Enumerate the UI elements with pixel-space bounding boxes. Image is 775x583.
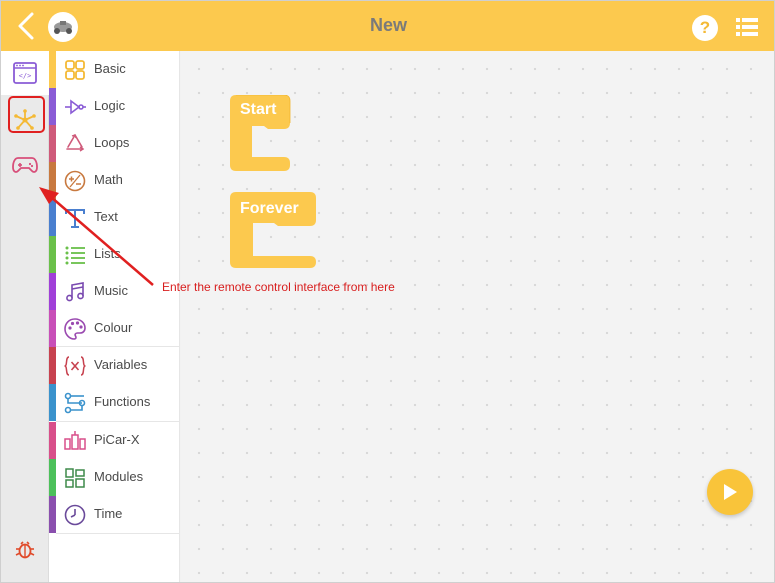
clock-icon — [64, 504, 86, 526]
category-math[interactable]: Math — [49, 162, 180, 199]
chevron-left-icon — [18, 12, 34, 40]
category-color-bar — [49, 347, 56, 384]
rail-item-code[interactable]: </> — [1, 51, 49, 95]
grid-icon — [65, 60, 85, 80]
category-label: Math — [94, 172, 123, 187]
block-label: Start — [240, 101, 277, 118]
list-icon — [65, 246, 85, 265]
category-color-bar — [49, 496, 56, 533]
category-label: PiCar-X — [94, 432, 140, 447]
gamepad-icon — [12, 157, 38, 173]
category-picar-x[interactable]: PiCar-X — [49, 422, 180, 459]
category-modules[interactable]: Modules — [49, 459, 180, 496]
play-icon — [724, 484, 737, 500]
category-loops[interactable]: Loops — [49, 125, 180, 162]
modules-grid-icon — [65, 468, 85, 488]
rail-item-remote-control[interactable] — [1, 143, 49, 187]
category-color-bar — [49, 162, 56, 199]
category-label: Logic — [94, 98, 126, 113]
category-text[interactable]: Text — [49, 199, 180, 236]
category-color-bar — [49, 236, 56, 273]
picar-icon — [64, 431, 86, 450]
run-button[interactable] — [707, 469, 753, 515]
music-note-icon — [66, 282, 84, 302]
page-title: New — [369, 15, 407, 35]
category-lists[interactable]: Lists — [49, 236, 180, 273]
category-label: Functions — [94, 394, 151, 409]
category-palette: Basic Logic Loops Math Text Lists Music … — [49, 51, 180, 582]
category-label: Basic — [94, 61, 126, 76]
category-functions[interactable]: Functions — [49, 384, 180, 421]
category-basic[interactable]: Basic — [49, 51, 180, 88]
category-music[interactable]: Music — [49, 273, 180, 310]
plus-minus-icon — [64, 170, 86, 192]
logic-gate-icon — [65, 99, 86, 115]
annotation-text: Enter the remote control interface from … — [162, 280, 395, 294]
text-t-icon — [65, 209, 85, 228]
category-label: Loops — [94, 135, 130, 150]
category-color-bar — [49, 384, 56, 421]
forever-block[interactable]: Forever — [228, 192, 320, 273]
category-color-bar — [49, 422, 56, 459]
category-color-bar — [49, 51, 56, 88]
category-color-bar — [49, 310, 56, 347]
rail-item-debug[interactable] — [1, 527, 49, 571]
app-logo — [48, 12, 78, 42]
category-color-bar — [49, 273, 56, 310]
category-label: Music — [94, 283, 128, 298]
category-label: Text — [94, 209, 118, 224]
category-label: Variables — [94, 357, 148, 372]
start-block[interactable]: Start — [228, 94, 294, 176]
category-color-bar — [49, 199, 56, 236]
robot-car-icon — [54, 21, 72, 34]
code-window-icon: </> — [13, 62, 37, 84]
function-flow-icon — [64, 392, 86, 414]
category-variables[interactable]: Variables — [49, 347, 180, 384]
menu-button[interactable] — [736, 17, 758, 37]
category-label: Colour — [94, 320, 133, 335]
variable-x-icon — [64, 356, 86, 376]
category-time[interactable]: Time — [49, 496, 180, 533]
bug-icon — [15, 541, 35, 559]
category-label: Modules — [94, 469, 144, 484]
block-label: Forever — [240, 200, 299, 217]
back-button[interactable] — [13, 11, 39, 41]
category-logic[interactable]: Logic — [49, 88, 180, 125]
category-label: Lists — [94, 246, 121, 261]
svg-text:</>: </> — [19, 72, 32, 80]
top-bar: New ? — [1, 1, 774, 51]
list-menu-icon — [736, 18, 758, 36]
palette-icon — [64, 318, 86, 340]
category-color-bar — [49, 125, 56, 162]
help-button[interactable]: ? — [692, 15, 718, 41]
category-color-bar — [49, 459, 56, 496]
category-label: Time — [94, 506, 123, 521]
recycle-loop-icon — [66, 134, 85, 152]
remote-control-highlight — [8, 96, 45, 133]
category-colour[interactable]: Colour — [49, 310, 180, 347]
category-color-bar — [49, 88, 56, 125]
category-divider — [56, 533, 180, 534]
app-window: New ? </> Basic Logic Loops Math Text Li… — [0, 0, 775, 583]
